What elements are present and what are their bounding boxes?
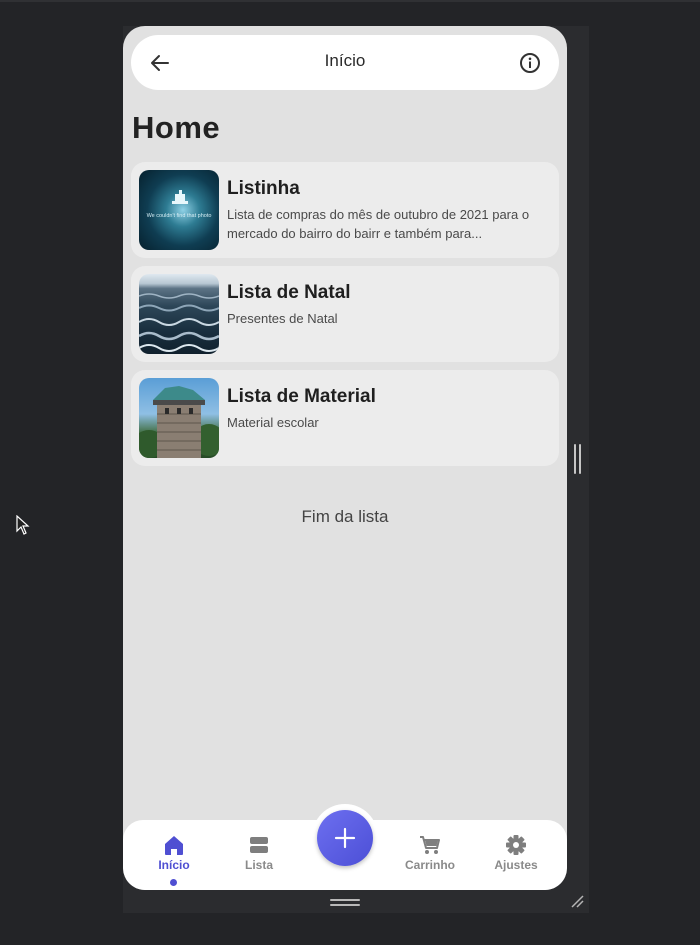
thumbnail-caption: We couldn't find that photo [146, 213, 212, 219]
nav-item-inicio[interactable]: Início [139, 834, 209, 872]
window-top-edge [0, 0, 700, 2]
nav-item-carrinho[interactable]: Carrinho [395, 834, 465, 872]
list-title: Lista de Material [227, 386, 376, 407]
list-card[interactable]: We couldn't find that photo Listinha Lis… [131, 162, 559, 258]
nav-label: Início [158, 858, 190, 872]
list-thumbnail [139, 378, 219, 458]
list-description: Lista de compras do mês de outubro de 20… [227, 207, 530, 241]
list-description: Presentes de Natal [227, 311, 338, 326]
scrollbar-handle[interactable] [574, 444, 582, 474]
mouse-cursor-icon [16, 515, 30, 535]
stone-tower-photo [139, 386, 219, 458]
drag-handle[interactable] [330, 899, 360, 907]
add-list-button[interactable] [317, 810, 373, 866]
sea-waves-photo [139, 293, 219, 352]
photo-unavailable-icon [172, 190, 188, 204]
gear-icon [506, 835, 526, 855]
resize-grip-icon[interactable] [569, 893, 585, 909]
info-circle-icon[interactable] [519, 52, 541, 74]
list-card[interactable]: Lista de Natal Presentes de Natal [131, 266, 559, 362]
list-description: Material escolar [227, 415, 319, 430]
nav-label: Lista [244, 858, 273, 872]
list-card[interactable]: Lista de Material Material escolar [131, 370, 559, 466]
list-thumbnail: We couldn't find that photo [139, 170, 219, 250]
nav-label: Ajustes [494, 858, 538, 872]
list-title: Lista de Natal [227, 282, 351, 303]
nav-item-ajustes[interactable]: Ajustes [481, 834, 551, 872]
cart-icon [420, 836, 440, 854]
end-of-list-label: Fim da lista [301, 507, 389, 526]
home-icon [165, 836, 183, 855]
list-thumbnail [139, 274, 219, 354]
list-icon [250, 837, 268, 853]
nav-label: Carrinho [404, 858, 455, 872]
phone-screen: Início Home We couldn't find that photo … [123, 26, 567, 890]
app-bar-title: Início [324, 51, 366, 70]
list-title: Listinha [227, 178, 300, 199]
top-app-bar: Início [131, 35, 559, 90]
nav-item-lista[interactable]: Lista [224, 834, 294, 872]
plus-icon [334, 827, 356, 849]
active-indicator-dot [170, 879, 177, 886]
page-title: Home [132, 110, 221, 145]
